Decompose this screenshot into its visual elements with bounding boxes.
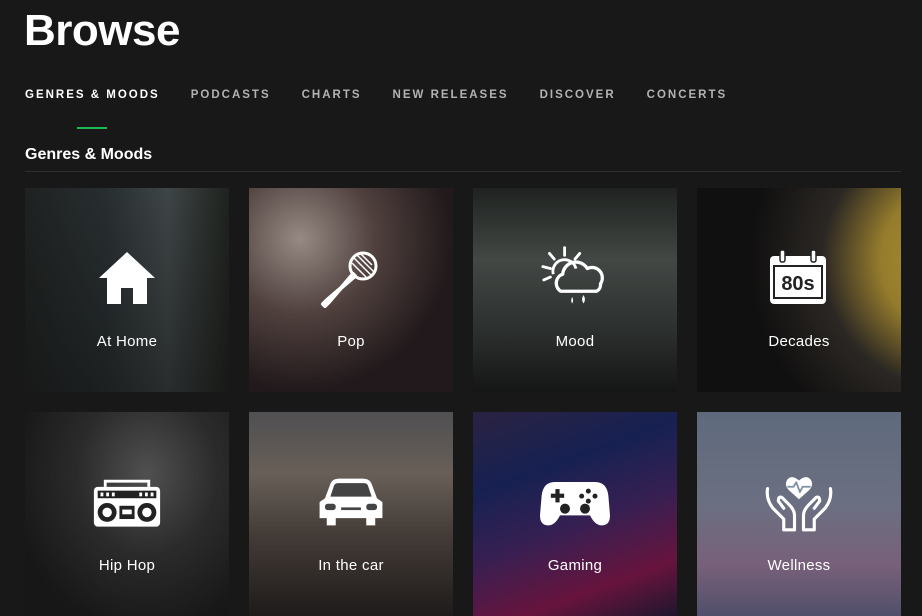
gamepad-icon	[540, 470, 610, 534]
tile-decades[interactable]: 80s Decades	[697, 188, 901, 392]
tile-label: Gaming	[547, 557, 603, 574]
browse-tabs: GENRES & MOODS PODCASTS CHARTS NEW RELEA…	[25, 87, 758, 115]
tile-label: Mood	[555, 333, 595, 350]
tile-in-the-car[interactable]: In the car	[249, 412, 453, 616]
calendar-80s-icon: 80s	[764, 246, 834, 310]
tile-label: Decades	[768, 333, 830, 350]
heart-hands-icon	[764, 470, 834, 534]
weather-icon	[540, 246, 610, 310]
decades-icon-text: 80s	[781, 273, 814, 295]
house-icon	[92, 246, 162, 310]
tile-hip-hop[interactable]: Hip Hop	[25, 412, 229, 616]
tile-label: Wellness	[767, 557, 831, 574]
microphone-icon	[316, 246, 386, 310]
tile-at-home[interactable]: At Home	[25, 188, 229, 392]
tile-mood[interactable]: Mood	[473, 188, 677, 392]
tab-genres-moods[interactable]: GENRES & MOODS	[25, 87, 160, 115]
tile-label: Hip Hop	[98, 557, 156, 574]
tab-concerts[interactable]: CONCERTS	[647, 87, 728, 115]
tile-label: At Home	[96, 333, 158, 350]
tab-charts[interactable]: CHARTS	[302, 87, 362, 115]
genre-grid: At Home Pop Mood 80s Decades Hip Hop In …	[25, 188, 922, 616]
tile-gaming[interactable]: Gaming	[473, 412, 677, 616]
car-icon	[316, 470, 386, 534]
tab-new-releases[interactable]: NEW RELEASES	[393, 87, 509, 115]
tab-podcasts[interactable]: PODCASTS	[191, 87, 271, 115]
tile-wellness[interactable]: Wellness	[697, 412, 901, 616]
section-title: Genres & Moods	[25, 146, 153, 163]
tile-pop[interactable]: Pop	[249, 188, 453, 392]
page-title: Browse	[24, 6, 180, 55]
boombox-icon	[92, 470, 162, 534]
tile-label: Pop	[337, 333, 365, 350]
tile-label: In the car	[318, 557, 384, 574]
tab-discover[interactable]: DISCOVER	[540, 87, 616, 115]
section-divider	[25, 171, 901, 172]
